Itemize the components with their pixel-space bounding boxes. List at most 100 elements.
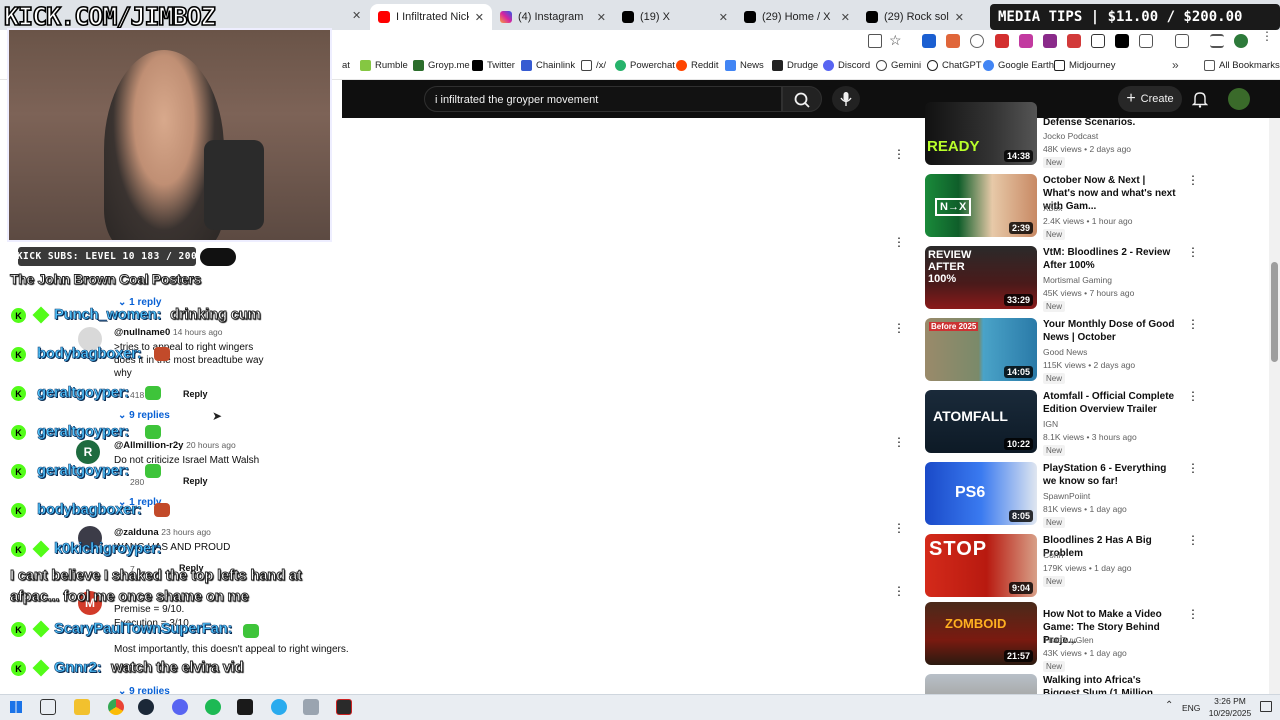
extension-icon[interactable] [1067,34,1081,48]
recommended-video[interactable]: Before 2025 14:05 Your Monthly Dose of G… [925,318,1199,384]
video-thumbnail[interactable] [925,674,1037,694]
more-vert-icon[interactable]: ⋮ [1187,318,1199,336]
channel-name[interactable]: ThatGuyGlen [1043,635,1094,645]
comment-author[interactable]: @nullname0 14 hours ago [114,327,223,338]
tab-close-icon[interactable]: ✕ [352,9,361,22]
discord-icon[interactable] [172,699,188,715]
video-thumbnail[interactable]: Before 2025 14:05 [925,318,1037,381]
close-icon[interactable]: ✕ [475,11,484,24]
sidepanel-icon[interactable] [1175,34,1189,48]
video-title[interactable]: October Now & Next | What's now and what… [1043,174,1179,213]
video-thumbnail[interactable]: ATOMFALL 10:22 [925,390,1037,453]
recommended-video[interactable]: PS6 8:05 PlayStation 6 - Everything we k… [925,462,1199,528]
extension-icon[interactable] [1019,34,1033,48]
spotify-icon[interactable] [205,699,221,715]
channel-name[interactable]: Jocko Podcast [1043,131,1098,141]
profile-icon[interactable] [1234,34,1248,48]
more-vert-icon[interactable]: ⋮ [893,236,905,248]
chevron-right-icon[interactable]: » [1172,58,1179,72]
bookmark-x[interactable]: /x/ [581,60,606,71]
channel-name[interactable]: SpawnPoiint [1043,491,1090,501]
reply-button[interactable]: Reply [183,389,208,399]
recommended-video[interactable]: N→X 2:39 October Now & Next | What's now… [925,174,1199,240]
video-title[interactable]: Your Monthly Dose of Good News | October [1043,318,1179,344]
more-vert-icon[interactable]: ⋮ [1187,462,1199,480]
recommended-video[interactable]: ZOMBOID 21:57 How Not to Make a Video Ga… [925,602,1199,672]
more-vert-icon[interactable]: ⋮ [1187,390,1199,408]
more-vert-icon[interactable]: ⋮ [1187,174,1199,192]
channel-name[interactable]: Good News [1043,347,1087,357]
close-icon[interactable]: ✕ [841,11,850,24]
extension-icon[interactable] [970,34,984,48]
chrome-icon[interactable] [108,699,124,715]
close-icon[interactable]: ✕ [597,11,606,24]
telegram-icon[interactable] [271,699,287,715]
bookmark-chatgpt[interactable]: ChatGPT [927,60,982,71]
extension-icon[interactable] [995,34,1009,48]
video-title[interactable]: Bloodlines 2 Has A Big Problem [1043,534,1179,560]
windows-start-icon[interactable] [10,701,22,713]
bookmark-midjourney[interactable]: Midjourney [1054,60,1115,71]
voice-search-button[interactable] [832,86,860,112]
all-bookmarks[interactable]: All Bookmarks [1204,60,1280,71]
search-input[interactable]: i infiltrated the groyper movement [424,86,782,112]
scrollbar-thumb[interactable] [1271,262,1278,362]
bookmark-rumble[interactable]: Rumble [360,60,408,71]
clock-time[interactable]: 3:26 PM [1210,696,1250,706]
video-title[interactable]: PlayStation 6 - Everything we know so fa… [1043,462,1179,488]
notification-center-icon[interactable] [1260,701,1272,712]
extension-icon[interactable] [922,34,936,48]
video-thumbnail[interactable]: STOP 9:04 [925,534,1037,597]
channel-name[interactable]: IGN [1043,419,1058,429]
bookmark-drudge[interactable]: Drudge [772,60,818,71]
user-avatar[interactable] [1228,88,1250,110]
video-title[interactable]: Defense Scenarios. [1043,116,1179,129]
bookmark-item[interactable]: at [342,60,350,71]
steam-icon[interactable] [138,699,154,715]
video-thumbnail[interactable]: ZOMBOID 21:57 [925,602,1037,665]
comment-author[interactable]: @zalduna 23 hours ago [114,527,211,538]
channel-name[interactable]: Xbox [1043,203,1062,213]
task-view-icon[interactable] [40,699,56,715]
bookmark-reddit[interactable]: Reddit [676,60,718,71]
more-vert-icon[interactable]: ⋮ [893,148,905,160]
puzzle-icon[interactable] [1139,34,1153,48]
commenter-avatar[interactable]: R [76,440,100,464]
star-icon[interactable]: ☆ [889,32,902,49]
video-title[interactable]: Atomfall - Official Complete Edition Ove… [1043,390,1179,416]
app-icon[interactable] [336,699,352,715]
more-vert-icon[interactable]: ⋮ [1187,534,1199,552]
bookmark-google-earth[interactable]: Google Earth [983,60,1054,71]
video-thumbnail[interactable]: REVIEW AFTER 100% 33:29 [925,246,1037,309]
recommended-video[interactable]: REVIEW AFTER 100% 33:29 VtM: Bloodlines … [925,246,1199,312]
menu-lines-icon[interactable] [1210,34,1224,48]
more-vert-icon[interactable]: ⋮ [893,522,905,534]
x-icon[interactable] [1115,34,1129,48]
tab-youtube[interactable]: I Infiltrated Nick Fue ✕ [370,4,492,30]
more-vert-icon[interactable]: ⋮ [1187,608,1199,626]
cast-icon[interactable] [868,34,882,48]
video-title[interactable]: Walking into Africa's Biggest Slum (1 Mi… [1043,674,1179,694]
recommended-video[interactable]: READY 14:38 Defense Scenarios. Jocko Pod… [925,102,1185,168]
bookmark-groyp[interactable]: Groyp.me [413,60,470,71]
replies-toggle[interactable]: ⌄ 9 replies [118,410,170,421]
search-button[interactable] [782,86,822,112]
channel-name[interactable]: Mortismal Gaming [1043,275,1112,285]
tab-x-2[interactable]: (29) Home / X ✕ [736,4,858,30]
video-thumbnail[interactable]: PS6 8:05 [925,462,1037,525]
notifications-bell-icon[interactable] [1191,90,1209,108]
more-vert-icon[interactable]: ⋮ [893,436,905,448]
channel-name[interactable]: Cohh [1043,550,1063,560]
tab-instagram[interactable]: (4) Instagram ✕ [492,4,614,30]
reply-button[interactable]: Reply [183,476,208,486]
extension-icon[interactable] [1091,34,1105,48]
bookmark-twitter[interactable]: Twitter [472,60,515,71]
more-vert-icon[interactable]: ⋮ [1261,30,1273,42]
recommended-video[interactable]: STOP 9:04 Bloodlines 2 Has A Big Problem… [925,534,1199,598]
video-title[interactable]: VtM: Bloodlines 2 - Review After 100% [1043,246,1179,272]
more-vert-icon[interactable]: ⋮ [1187,246,1199,264]
app-icon[interactable] [303,699,319,715]
close-icon[interactable]: ✕ [719,11,728,24]
scrollbar-track[interactable] [1269,118,1280,694]
language-indicator[interactable]: ENG [1182,703,1200,713]
